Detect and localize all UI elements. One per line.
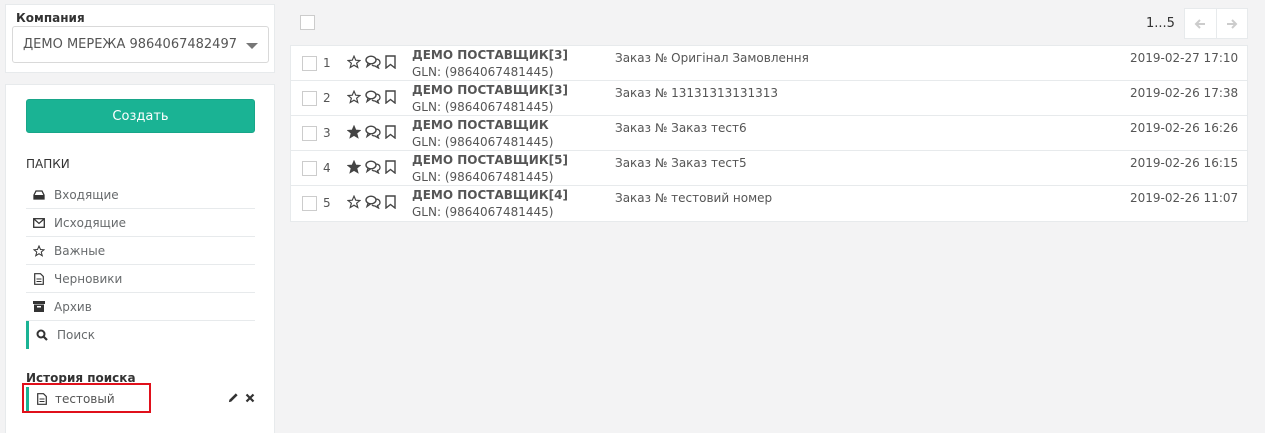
prev-page-button[interactable] [1185, 9, 1216, 38]
row-gln: GLN: (9864067481445) [412, 135, 554, 149]
row-subject[interactable]: Заказ № тестовий номер [615, 191, 772, 205]
bookmark-icon[interactable] [385, 55, 396, 72]
sidebar-item-outbox[interactable]: Исходящие [26, 209, 255, 237]
sidebar-item-label: Архив [54, 299, 92, 314]
next-page-button[interactable] [1215, 9, 1248, 38]
row-date: 2019-02-27 17:10 [1130, 51, 1239, 65]
close-icon[interactable] [245, 392, 255, 406]
create-button[interactable]: Создать [26, 99, 255, 133]
folders-title: ПАПКИ [26, 157, 70, 171]
sidebar-item-label: Черновики [54, 271, 123, 286]
comments-icon[interactable] [365, 125, 381, 142]
table-row[interactable]: 3 ДЕМО ПОСТАВЩИК GLN: (9864067481445) Заказ… [291, 116, 1247, 151]
star-icon[interactable] [346, 89, 362, 107]
row-sender: ДЕМО ПОСТАВЩИК[3] [412, 48, 568, 62]
bookmark-icon[interactable] [385, 160, 396, 177]
select-all-checkbox[interactable] [300, 15, 315, 30]
row-sender: ДЕМО ПОСТАВЩИК[4] [412, 188, 568, 202]
row-icons [346, 124, 396, 142]
row-icons [346, 89, 396, 107]
row-icons [346, 159, 396, 177]
star-icon[interactable] [346, 54, 362, 72]
table-row[interactable]: 5 ДЕМО ПОСТАВЩИК[4] GLN: (9864067481445) За… [291, 186, 1247, 221]
comments-icon[interactable] [365, 55, 381, 72]
row-gln: GLN: (9864067481445) [412, 65, 554, 79]
row-subject[interactable]: Заказ № 13131313131313 [615, 86, 778, 100]
comments-icon[interactable] [365, 195, 381, 212]
sidebar-item-drafts[interactable]: Черновики [26, 265, 255, 293]
sidebar-item-label: Важные [54, 243, 106, 258]
row-subject[interactable]: Заказ № Заказ тест5 [615, 156, 747, 170]
row-checkbox[interactable] [302, 126, 317, 141]
row-date: 2019-02-26 11:07 [1130, 191, 1239, 205]
row-gln: GLN: (9864067481445) [412, 205, 554, 219]
archive-icon [32, 300, 46, 314]
inbox-icon [32, 188, 46, 202]
row-sender: ДЕМО ПОСТАВЩИК[3] [412, 83, 568, 97]
arrow-right-icon [1226, 18, 1238, 29]
envelope-icon [32, 216, 46, 230]
comments-icon[interactable] [365, 90, 381, 107]
row-gln: GLN: (9864067481445) [412, 100, 554, 114]
pager-range: 1...5 [1146, 16, 1175, 31]
folder-list: Входящие Исходящие Важные Черновики Архи… [26, 181, 255, 349]
pencil-icon[interactable] [228, 392, 239, 406]
history-actions [228, 392, 255, 406]
row-subject[interactable]: Заказ № Заказ тест6 [615, 121, 747, 135]
highlight-box [22, 383, 151, 413]
bookmark-icon[interactable] [385, 125, 396, 142]
chevron-down-icon [246, 43, 258, 49]
star-icon[interactable] [346, 159, 362, 177]
row-subject[interactable]: Заказ № Оригінал Замовлення [615, 51, 809, 65]
bookmark-icon[interactable] [385, 195, 396, 212]
row-number: 5 [323, 196, 331, 210]
row-date: 2019-02-26 17:38 [1130, 86, 1239, 100]
company-panel: Компания ДЕМО МЕРЕЖА 9864067482497 [5, 4, 275, 73]
row-icons [346, 194, 396, 212]
sidebar-item-label: Входящие [54, 187, 119, 202]
row-number: 2 [323, 91, 331, 105]
row-date: 2019-02-26 16:15 [1130, 156, 1239, 170]
bookmark-icon[interactable] [385, 90, 396, 107]
table-row[interactable]: 2 ДЕМО ПОСТАВЩИК[3] GLN: (9864067481445) За… [291, 81, 1247, 116]
table-row[interactable]: 1 ДЕМО ПОСТАВЩИК[3] GLN: (9864067481445) За… [291, 46, 1247, 81]
search-icon [35, 328, 49, 342]
row-date: 2019-02-26 16:26 [1130, 121, 1239, 135]
row-checkbox[interactable] [302, 91, 317, 106]
row-number: 3 [323, 126, 331, 140]
sidebar-item-important[interactable]: Важные [26, 237, 255, 265]
row-number: 4 [323, 161, 331, 175]
message-list: 1 ДЕМО ПОСТАВЩИК[3] GLN: (9864067481445) За… [290, 45, 1248, 222]
sidebar-item-label: Исходящие [54, 215, 127, 230]
sidebar-item-label: Поиск [57, 328, 96, 342]
row-icons [346, 54, 396, 72]
company-select-value: ДЕМО МЕРЕЖА 9864067482497 [23, 37, 237, 52]
star-icon[interactable] [346, 194, 362, 212]
company-select[interactable]: ДЕМО МЕРЕЖА 9864067482497 [12, 26, 269, 63]
sidebar-item-archive[interactable]: Архив [26, 293, 255, 321]
arrow-left-icon [1194, 18, 1206, 29]
nav-panel: Создать ПАПКИ Входящие Исходящие Важные … [5, 84, 275, 433]
company-label: Компания [16, 11, 85, 25]
row-checkbox[interactable] [302, 196, 317, 211]
row-gln: GLN: (9864067481445) [412, 170, 554, 184]
row-checkbox[interactable] [302, 161, 317, 176]
file-icon [32, 272, 46, 286]
sidebar-item-search[interactable]: Поиск [26, 321, 255, 349]
row-sender: ДЕМО ПОСТАВЩИК [412, 118, 549, 132]
star-icon[interactable] [346, 124, 362, 142]
sidebar-item-inbox[interactable]: Входящие [26, 181, 255, 209]
pager-buttons [1184, 8, 1248, 39]
star-icon [32, 244, 46, 258]
row-sender: ДЕМО ПОСТАВЩИК[5] [412, 153, 568, 167]
row-checkbox[interactable] [302, 56, 317, 71]
comments-icon[interactable] [365, 160, 381, 177]
table-row[interactable]: 4 ДЕМО ПОСТАВЩИК[5] GLN: (9864067481445) За… [291, 151, 1247, 186]
row-number: 1 [323, 56, 331, 70]
